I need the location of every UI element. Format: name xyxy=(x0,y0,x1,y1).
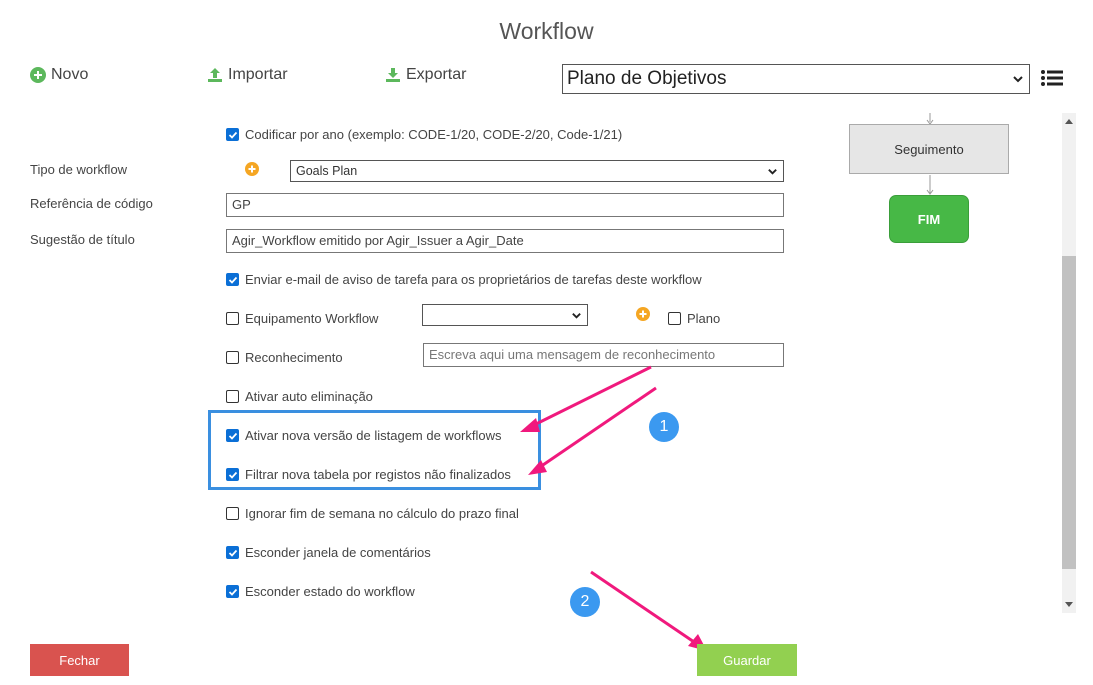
import-button[interactable]: Importar xyxy=(207,66,288,84)
hide-comments-checkbox[interactable] xyxy=(226,546,239,559)
auto-delete-row[interactable]: Ativar auto eliminação xyxy=(226,389,373,404)
codify-label: Codificar por ano (exemplo: CODE-1/20, C… xyxy=(245,127,623,142)
filter-table-label: Filtrar nova tabela por registos não fin… xyxy=(245,467,511,482)
new-listing-row[interactable]: Ativar nova versão de listagem de workfl… xyxy=(226,428,502,443)
recognition-row[interactable]: Reconhecimento xyxy=(226,350,343,365)
filter-table-checkbox[interactable] xyxy=(226,468,239,481)
arrow-1a xyxy=(531,365,652,428)
title-suggestion-input[interactable]: Agir_Workflow emitido por Agir_Issuer a … xyxy=(226,229,784,253)
team-select[interactable] xyxy=(422,304,588,326)
code-ref-label: Referência de código xyxy=(30,196,153,211)
recognition-input[interactable]: Escreva aqui uma mensagem de reconhecime… xyxy=(423,343,784,367)
seguimento-label: Seguimento xyxy=(894,141,964,157)
check-icon xyxy=(228,471,237,479)
workflow-type-label: Tipo de workflow xyxy=(30,162,128,177)
save-button[interactable]: Guardar xyxy=(697,644,797,676)
filter-table-row[interactable]: Filtrar nova tabela por registos não fin… xyxy=(226,467,511,482)
upload-icon xyxy=(208,68,222,82)
check-icon xyxy=(228,432,237,440)
check-icon xyxy=(228,588,237,596)
ignore-weekend-label: Ignorar fim de semana no cálculo do praz… xyxy=(245,506,519,521)
team-label: Equipamento Workflow xyxy=(245,311,379,326)
export-button[interactable]: Exportar xyxy=(385,66,466,84)
codify-row[interactable]: Codificar por ano (exemplo: CODE-1/20, C… xyxy=(226,127,622,142)
team-checkbox[interactable] xyxy=(226,312,239,325)
code-ref-input[interactable]: GP xyxy=(226,193,784,217)
plan-row[interactable]: Plano xyxy=(668,311,720,326)
close-button[interactable]: Fechar xyxy=(30,644,129,676)
chevron-down-icon xyxy=(768,169,777,175)
title-suggestion-label: Sugestão de título xyxy=(30,232,135,247)
add-team-icon[interactable] xyxy=(636,307,650,321)
check-icon xyxy=(228,131,237,139)
diagram-node-seguimento[interactable]: Seguimento xyxy=(849,124,1009,174)
new-button[interactable]: Novo xyxy=(30,66,88,84)
auto-delete-label: Ativar auto eliminação xyxy=(245,389,373,404)
hide-comments-label: Esconder janela de comentários xyxy=(245,545,431,560)
workflow-type-value: Goals Plan xyxy=(296,164,358,178)
scrollbar-thumb[interactable] xyxy=(1062,256,1076,569)
send-email-label: Enviar e-mail de aviso de tarefa para os… xyxy=(245,272,702,287)
arrow-2 xyxy=(590,570,698,646)
import-label: Importar xyxy=(228,66,288,83)
hide-state-label: Esconder estado do workflow xyxy=(245,584,415,599)
chevron-down-icon xyxy=(1013,76,1023,83)
page-title: Workflow xyxy=(499,18,594,44)
auto-delete-checkbox[interactable] xyxy=(226,390,239,403)
workflow-type-select[interactable]: Goals Plan xyxy=(290,160,784,182)
send-email-row[interactable]: Enviar e-mail de aviso de tarefa para os… xyxy=(226,272,702,287)
ignore-weekend-row[interactable]: Ignorar fim de semana no cálculo do praz… xyxy=(226,506,519,521)
check-icon xyxy=(228,549,237,557)
fim-label: FIM xyxy=(917,211,941,227)
recognition-label: Reconhecimento xyxy=(245,350,343,365)
add-workflow-type-icon[interactable] xyxy=(245,162,259,176)
scroll-down-icon[interactable] xyxy=(1065,602,1073,608)
hide-comments-row[interactable]: Esconder janela de comentários xyxy=(226,545,431,560)
plan-checkbox[interactable] xyxy=(668,312,681,325)
chevron-down-icon xyxy=(572,313,581,319)
new-listing-checkbox[interactable] xyxy=(226,429,239,442)
scroll-up-icon[interactable] xyxy=(1065,118,1073,124)
check-icon xyxy=(228,276,237,284)
plan-select[interactable]: Plano de Objetivos xyxy=(562,64,1030,94)
export-label: Exportar xyxy=(406,66,467,83)
codify-checkbox[interactable] xyxy=(226,128,239,141)
annotation-badge-2: 2 xyxy=(570,587,600,617)
list-icon[interactable] xyxy=(1041,69,1063,87)
ignore-weekend-checkbox[interactable] xyxy=(226,507,239,520)
diagram-node-fim[interactable]: FIM xyxy=(889,195,969,243)
new-listing-label: Ativar nova versão de listagem de workfl… xyxy=(245,428,502,443)
hide-state-checkbox[interactable] xyxy=(226,585,239,598)
plan-select-value: Plano de Objetivos xyxy=(567,68,727,89)
send-email-checkbox[interactable] xyxy=(226,273,239,286)
new-label: Novo xyxy=(51,66,89,83)
hide-state-row[interactable]: Esconder estado do workflow xyxy=(226,584,415,599)
plan-label: Plano xyxy=(687,311,721,326)
arrow-1b xyxy=(539,386,657,469)
team-row[interactable]: Equipamento Workflow xyxy=(226,311,378,326)
annotation-badge-1: 1 xyxy=(649,412,679,442)
recognition-checkbox[interactable] xyxy=(226,351,239,364)
plus-circle-icon xyxy=(30,67,46,83)
download-icon xyxy=(386,68,400,82)
